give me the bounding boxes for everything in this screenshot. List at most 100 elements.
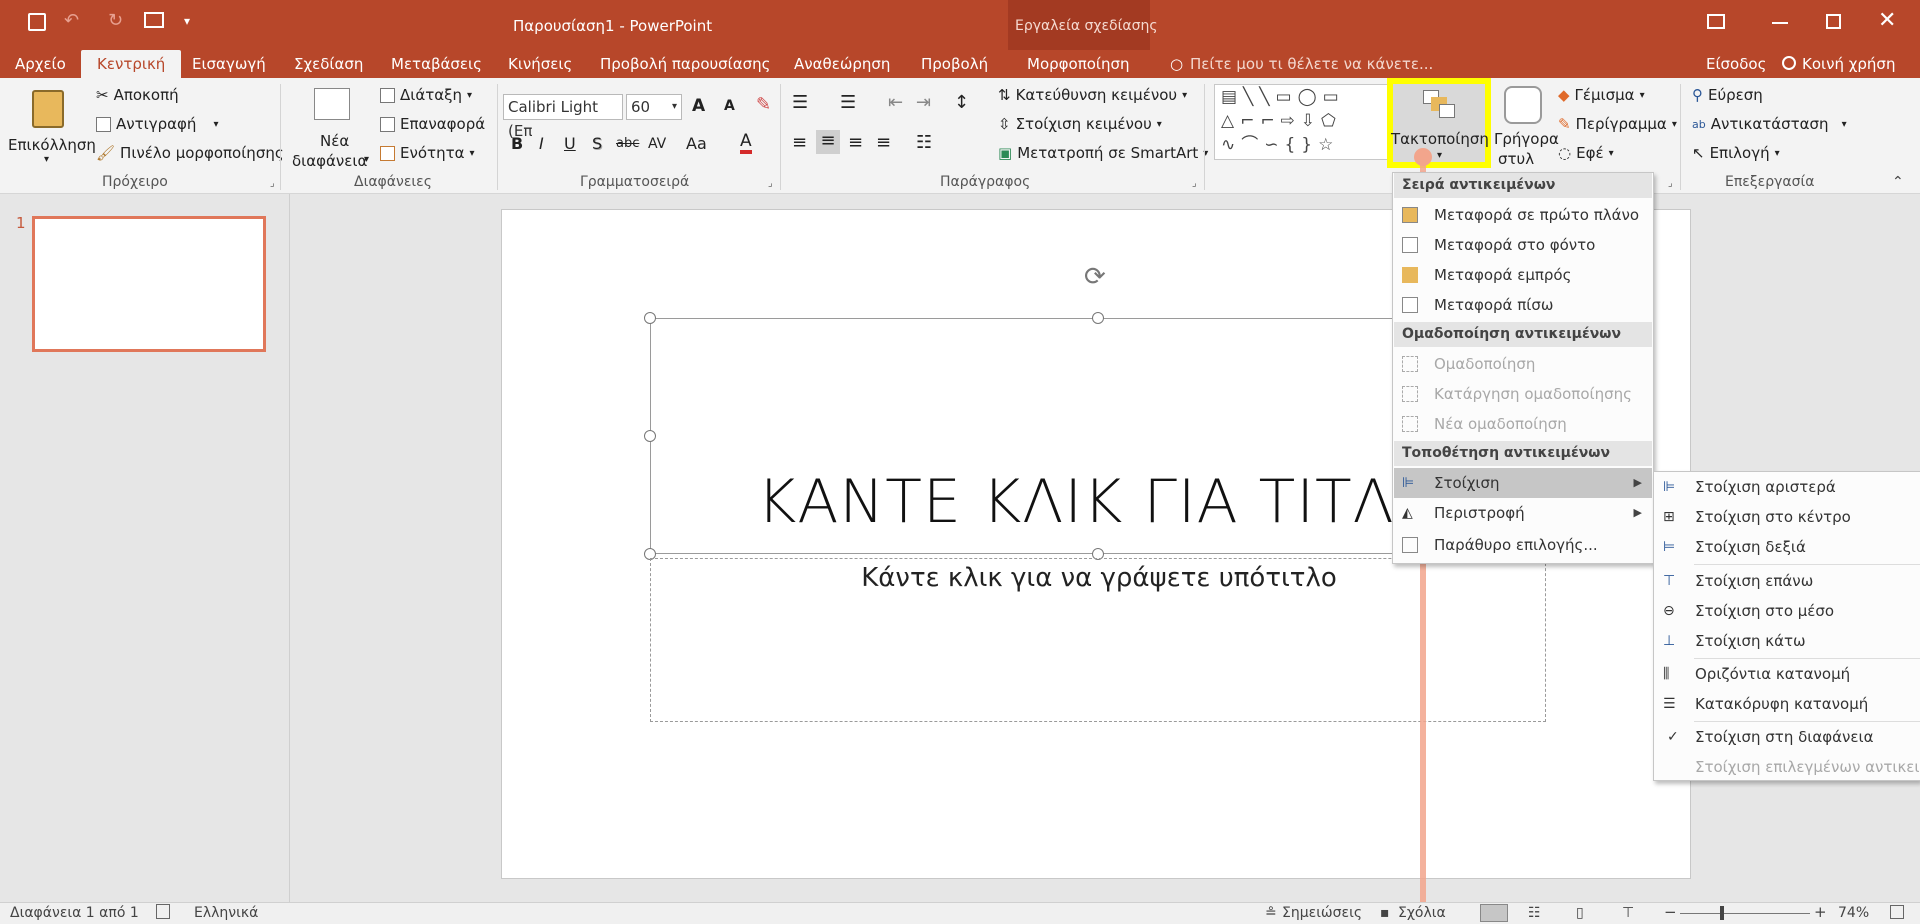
zoom-in-icon[interactable]: +	[1814, 903, 1827, 921]
new-slide-dropdown-icon[interactable]: ▾	[364, 154, 369, 165]
paragraph-launcher-icon[interactable]: ⌟	[1192, 178, 1197, 189]
normal-view-icon[interactable]	[1480, 904, 1508, 922]
language-label[interactable]: Ελληνικά	[194, 905, 258, 921]
reset-button[interactable]: Επαναφορά	[380, 115, 485, 133]
tab-review[interactable]: Αναθεώρηση	[794, 50, 890, 78]
align-text-button[interactable]: ⇳ Στοίχιση κειμένου ▾	[998, 115, 1162, 133]
distribute-horizontally-item[interactable]: ⫼ Οριζόντια κατανομή	[1655, 659, 1919, 689]
customize-qat-icon[interactable]: ▾	[184, 14, 190, 28]
distribute-vertically-item[interactable]: ☰ Κατακόρυφη κατανομή	[1655, 689, 1919, 719]
line-spacing-icon[interactable]: ↕	[954, 92, 969, 113]
slide-thumbnail[interactable]	[32, 216, 266, 352]
tab-format[interactable]: Μορφοποίηση	[1027, 50, 1130, 78]
format-painter-button[interactable]: 🖌 Πινέλο μορφοποίησης	[96, 144, 284, 162]
paste-button[interactable]: Επικόλληση ▾	[6, 84, 96, 165]
paste-dropdown-icon[interactable]: ▾	[44, 154, 49, 165]
tab-design[interactable]: Σχεδίαση	[294, 50, 363, 78]
collapse-ribbon-icon[interactable]: ⌃	[1892, 174, 1904, 190]
strikethrough-button[interactable]: abc	[616, 136, 639, 151]
align-left-icon[interactable]: ≡	[792, 132, 807, 153]
share-button[interactable]: Κοινή χρήση	[1802, 50, 1895, 78]
font-color-button[interactable]: A	[740, 132, 752, 154]
italic-button[interactable]: I	[539, 134, 544, 153]
zoom-level[interactable]: 74%	[1838, 905, 1869, 921]
decrease-indent-icon[interactable]: ⇤	[888, 92, 903, 113]
rotate-handle-icon[interactable]: ⟳	[1084, 262, 1106, 292]
comments-button[interactable]: Σχόλια	[1398, 905, 1446, 921]
align-to-slide-item[interactable]: ✓ Στοίχιση στη διαφάνεια	[1655, 722, 1919, 752]
align-item[interactable]: ⊫ Στοίχιση ▶	[1394, 468, 1652, 498]
zoom-slider[interactable]	[1680, 913, 1810, 914]
ribbon-display-icon[interactable]	[1707, 14, 1725, 29]
slide-sorter-icon[interactable]: ☷	[1528, 905, 1541, 921]
align-middle-item[interactable]: ⊖ Στοίχιση στο μέσο	[1655, 596, 1919, 626]
columns-icon[interactable]: ☷	[916, 132, 932, 153]
layout-button[interactable]: Διάταξη ▾	[380, 86, 472, 104]
resize-handle[interactable]	[644, 312, 656, 324]
notes-button[interactable]: Σημειώσεις	[1282, 905, 1362, 921]
tab-transitions[interactable]: Μεταβάσεις	[391, 50, 482, 78]
shape-fill-button[interactable]: ◆ Γέμισμα ▾	[1558, 86, 1645, 104]
tab-view[interactable]: Προβολή	[921, 50, 988, 78]
close-icon[interactable]: ✕	[1878, 8, 1896, 33]
drawing-launcher-icon[interactable]: ⌟	[1668, 178, 1673, 189]
shrink-font-button[interactable]: A	[724, 98, 735, 114]
align-top-item[interactable]: ⊤ Στοίχιση επάνω	[1655, 566, 1919, 596]
rotate-item[interactable]: ◭ Περιστροφή ▶	[1394, 498, 1652, 528]
section-button[interactable]: Ενότητα ▾	[380, 144, 475, 162]
redo-icon[interactable]: ↻	[108, 10, 123, 31]
font-launcher-icon[interactable]: ⌟	[768, 178, 773, 189]
spelling-icon[interactable]	[156, 904, 170, 919]
zoom-out-icon[interactable]: −	[1664, 903, 1677, 921]
font-name-combobox[interactable]: Calibri Light (Επ	[503, 94, 623, 140]
align-left-item[interactable]: ⊫ Στοίχιση αριστερά	[1655, 472, 1919, 502]
font-size-dropdown-icon[interactable]: ▾	[672, 95, 677, 119]
fit-to-window-icon[interactable]	[1890, 905, 1904, 919]
change-case-button[interactable]: Aa	[686, 134, 707, 153]
align-right-item[interactable]: ⊨ Στοίχιση δεξιά	[1655, 532, 1919, 562]
tab-slideshow[interactable]: Προβολή παρουσίασης	[600, 50, 770, 78]
bring-forward-item[interactable]: Μεταφορά εμπρός	[1394, 260, 1652, 290]
underline-button[interactable]: U	[564, 134, 576, 153]
reading-view-icon[interactable]: ▯	[1576, 905, 1584, 921]
shape-effects-button[interactable]: ◌ Εφέ ▾	[1558, 144, 1614, 162]
tab-animations[interactable]: Κινήσεις	[508, 50, 572, 78]
bullets-icon[interactable]: ☰	[792, 92, 808, 113]
align-bottom-item[interactable]: ⊥ Στοίχιση κάτω	[1655, 626, 1919, 656]
minimize-icon[interactable]	[1772, 22, 1788, 24]
tell-me-search[interactable]: Πείτε μου τι θέλετε να κάνετε...	[1190, 50, 1433, 78]
cut-button[interactable]: ✂ Αποκοπή	[96, 86, 179, 104]
tab-file[interactable]: Αρχείο	[15, 50, 66, 78]
resize-handle[interactable]	[1092, 312, 1104, 324]
quick-styles-button[interactable]: Γρήγορα στυλ	[1494, 84, 1559, 174]
tab-insert[interactable]: Εισαγωγή	[192, 50, 266, 78]
bold-button[interactable]: B	[511, 134, 523, 153]
increase-indent-icon[interactable]: ⇥	[916, 92, 931, 113]
justify-icon[interactable]: ≡	[876, 132, 891, 153]
maximize-icon[interactable]	[1826, 14, 1841, 29]
arrange-button[interactable]: Τακτοποίηση ▾	[1387, 78, 1491, 168]
shape-outline-button[interactable]: ✎ Περίγραμμα ▾	[1558, 115, 1677, 133]
align-center-item[interactable]: ⊞ Στοίχιση στο κέντρο	[1655, 502, 1919, 532]
align-center-icon[interactable]: ≡	[816, 130, 840, 154]
new-slide-button[interactable]: Νέα διαφάνεια ▾	[290, 84, 374, 172]
zoom-slider-thumb[interactable]	[1720, 906, 1724, 920]
bring-to-front-item[interactable]: Μεταφορά σε πρώτο πλάνο	[1394, 200, 1652, 230]
tab-home[interactable]: Κεντρική	[81, 50, 182, 78]
align-right-icon[interactable]: ≡	[848, 132, 863, 153]
shapes-gallery[interactable]: ▤╲╲▭◯▭ △⌐⌐⇨⇩⬠ ∿⌒∽{}☆	[1214, 84, 1388, 160]
grow-font-button[interactable]: A	[692, 96, 705, 116]
clipboard-launcher-icon[interactable]: ⌟	[270, 178, 275, 189]
undo-icon[interactable]: ↶	[64, 10, 79, 31]
character-spacing-button[interactable]: AV	[648, 136, 666, 152]
shadow-button[interactable]: S	[592, 134, 602, 153]
font-size-combobox[interactable]: 60 ▾	[626, 94, 682, 120]
slideshow-icon[interactable]: ⊤	[1622, 905, 1634, 921]
save-icon[interactable]	[28, 13, 46, 31]
text-direction-button[interactable]: ⇅ Κατεύθυνση κειμένου ▾	[998, 86, 1187, 104]
find-button[interactable]: ⚲ Εύρεση	[1692, 86, 1763, 104]
copy-button[interactable]: Αντιγραφή ▾	[96, 115, 218, 133]
convert-smartart-button[interactable]: ▣ Μετατροπή σε SmartArt ▾	[998, 144, 1208, 162]
clear-formatting-icon[interactable]: ✎	[756, 94, 771, 115]
send-to-back-item[interactable]: Μεταφορά στο φόντο	[1394, 230, 1652, 260]
